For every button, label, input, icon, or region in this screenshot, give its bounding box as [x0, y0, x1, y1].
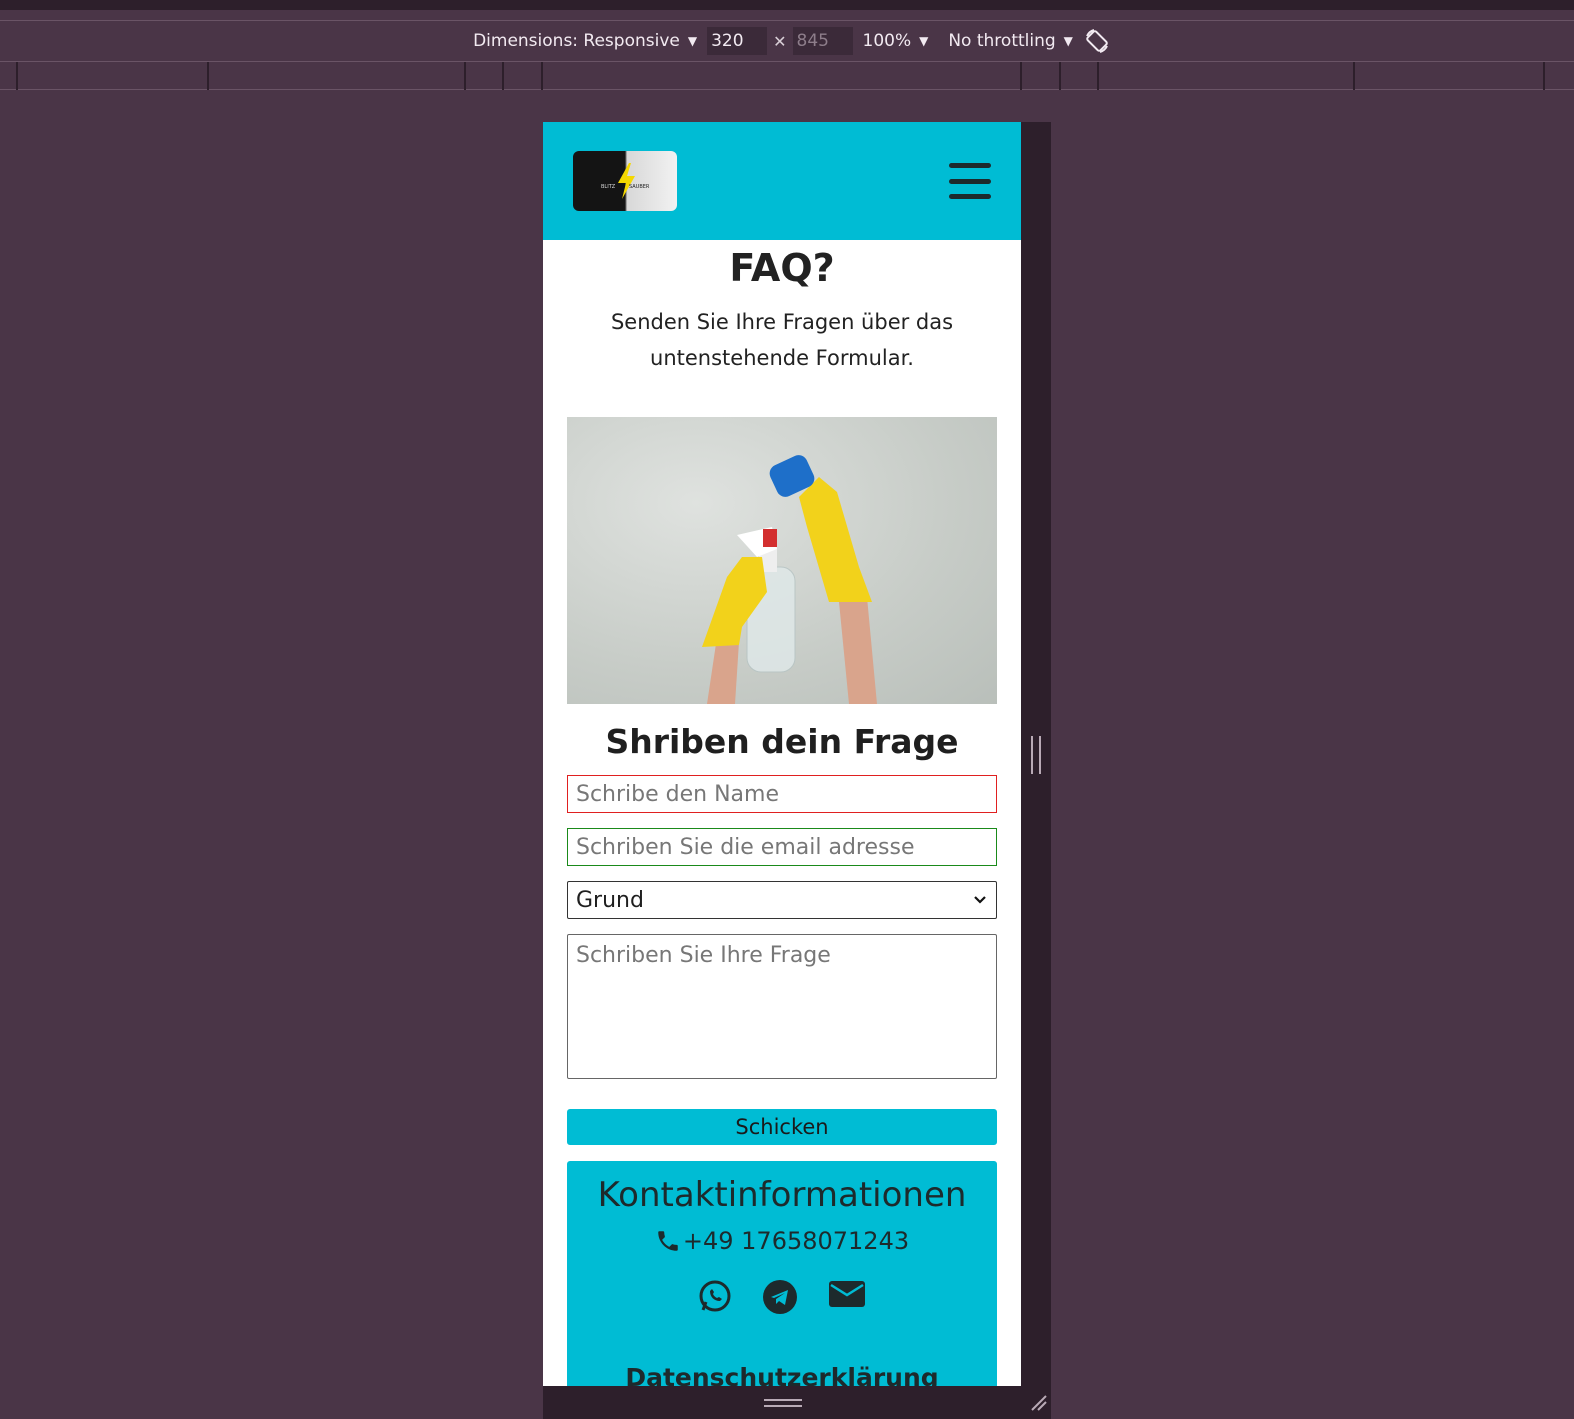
resize-corner-icon[interactable] [1028, 1392, 1048, 1412]
logo-text-right: SAUBER [629, 184, 650, 190]
submit-button[interactable]: Schicken [567, 1109, 997, 1145]
whatsapp-icon[interactable] [698, 1279, 732, 1319]
width-input[interactable] [707, 27, 768, 55]
telegram-icon[interactable] [762, 1279, 798, 1319]
times-icon: ✕ [773, 31, 787, 51]
site-header: BLITZ SAUBER [543, 122, 1021, 240]
contact-title: Kontaktinformationen [597, 1175, 967, 1215]
throttling-label: No throttling [948, 31, 1056, 51]
lightning-icon [618, 163, 635, 199]
question-textarea[interactable] [567, 934, 997, 1079]
reason-select[interactable]: Grund [567, 881, 997, 919]
email-input[interactable] [567, 828, 997, 866]
page-title: FAQ? [729, 246, 835, 290]
faq-subtitle: Senden Sie Ihre Fragen über das untenste… [610, 310, 954, 370]
logo-text-left: BLITZ [601, 184, 616, 190]
throttling-dropdown[interactable]: No throttling ▼ [948, 31, 1073, 51]
media-query-ruler[interactable] [0, 62, 1574, 90]
cleaning-hero-image [567, 417, 997, 704]
rotate-icon[interactable] [1083, 27, 1111, 55]
faq-section: FAQ? Senden Sie Ihre Fragen über das unt… [543, 246, 1021, 1386]
privacy-policy-link[interactable]: Datenschutzerklärung [567, 1363, 997, 1386]
caret-down-icon: ▼ [1063, 34, 1073, 48]
phone-number: +49 17658071243 [682, 1227, 910, 1255]
phone-icon [658, 1231, 678, 1251]
resize-handle-right[interactable] [1031, 736, 1041, 774]
contact-info-box: Kontaktinformationen +49 17658071243 Dat… [567, 1161, 997, 1386]
zoom-label: 100% [862, 31, 912, 51]
mail-icon[interactable] [828, 1279, 866, 1319]
caret-down-icon: ▼ [687, 34, 698, 48]
name-input[interactable] [567, 775, 997, 813]
social-links [567, 1279, 997, 1319]
height-input[interactable] [792, 27, 853, 55]
caret-down-icon: ▼ [919, 34, 929, 48]
zoom-dropdown[interactable]: 100% ▼ [863, 31, 929, 51]
window-top-strip [0, 0, 1574, 10]
resize-handle-bottom[interactable] [764, 1399, 802, 1407]
form-title: Shriben dein Frage [605, 722, 959, 761]
site-logo[interactable]: BLITZ SAUBER [573, 151, 677, 211]
menu-hamburger-icon[interactable] [949, 163, 991, 199]
dimensions-label: Dimensions: Responsive [473, 31, 680, 51]
chevron-down-icon [974, 896, 986, 904]
device-viewport: BLITZ SAUBER FAQ? Senden Sie Ihre Fragen… [543, 122, 1021, 1386]
dimensions-dropdown[interactable]: Dimensions: Responsive ▼ [473, 31, 697, 51]
phone-link[interactable]: +49 17658071243 [567, 1227, 997, 1255]
devtools-device-toolbar: Dimensions: Responsive ▼ ✕ 100% ▼ No thr… [0, 20, 1574, 62]
reason-selected-value: Grund [576, 887, 644, 913]
